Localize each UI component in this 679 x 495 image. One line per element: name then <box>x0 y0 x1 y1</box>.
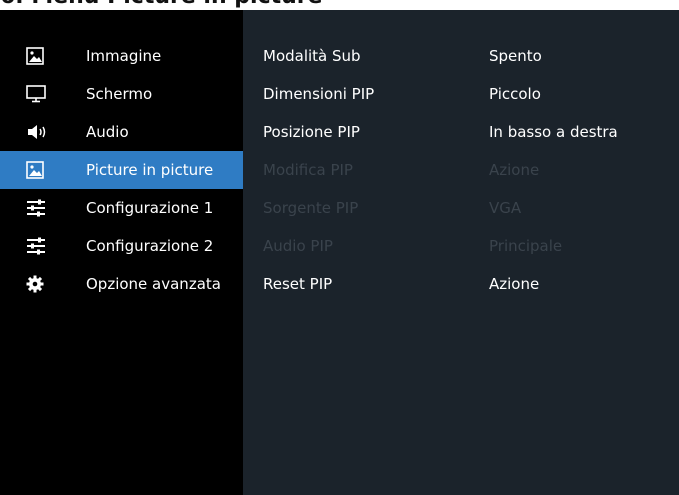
sidebar-item-audio[interactable]: Audio <box>0 113 243 151</box>
setting-audio-pip: Audio PIP Principale <box>243 227 679 265</box>
sidebar-item-label: Audio <box>86 123 129 141</box>
sidebar-item-label: Configurazione 2 <box>86 237 214 255</box>
setting-value: VGA <box>489 199 522 217</box>
page: 6. Menu Picture in picture Immagine <box>0 0 679 495</box>
sidebar-item-label: Configurazione 1 <box>86 199 214 217</box>
sidebar-item-schermo[interactable]: Schermo <box>0 75 243 113</box>
sliders-icon <box>26 199 66 217</box>
setting-reset-pip[interactable]: Reset PIP Azione <box>243 265 679 303</box>
monitor-icon <box>26 85 66 103</box>
setting-label: Reset PIP <box>263 275 333 293</box>
osd-menu: Immagine Schermo Audio Picture in pictur… <box>0 10 679 495</box>
settings-panel: Modalità Sub Spento Dimensioni PIP Picco… <box>243 37 679 303</box>
setting-label: Dimensioni PIP <box>263 85 375 103</box>
sidebar-item-label: Picture in picture <box>86 161 214 179</box>
setting-label: Audio PIP <box>263 237 333 255</box>
sliders-icon <box>26 237 66 255</box>
setting-modalita-sub[interactable]: Modalità Sub Spento <box>243 37 679 75</box>
sidebar-item-picture-in-picture[interactable]: Picture in picture <box>0 151 243 189</box>
sidebar-item-label: Opzione avanzata <box>86 275 221 293</box>
page-heading: 6. Menu Picture in picture <box>0 0 323 8</box>
sidebar-item-configurazione-2[interactable]: Configurazione 2 <box>0 227 243 265</box>
setting-value[interactable]: Piccolo <box>489 85 541 103</box>
setting-value: Principale <box>489 237 563 255</box>
sidebar-item-label: Schermo <box>86 85 153 103</box>
sidebar-item-immagine[interactable]: Immagine <box>0 37 243 75</box>
setting-sorgente-pip: Sorgente PIP VGA <box>243 189 679 227</box>
gear-icon <box>26 275 66 293</box>
setting-value[interactable]: Spento <box>489 47 542 65</box>
setting-label: Sorgente PIP <box>263 199 359 217</box>
picture-icon <box>26 161 66 179</box>
setting-label: Modifica PIP <box>263 161 353 179</box>
setting-posizione-pip[interactable]: Posizione PIP In basso a destra <box>243 113 679 151</box>
setting-dimensioni-pip[interactable]: Dimensioni PIP Piccolo <box>243 75 679 113</box>
sidebar-item-opzione-avanzata[interactable]: Opzione avanzata <box>0 265 243 303</box>
setting-value: Azione <box>489 161 540 179</box>
setting-label: Posizione PIP <box>263 123 360 141</box>
sidebar-item-label: Immagine <box>86 47 162 65</box>
sidebar-list: Immagine Schermo Audio Picture in pictur… <box>0 37 243 303</box>
sidebar-item-configurazione-1[interactable]: Configurazione 1 <box>0 189 243 227</box>
setting-modifica-pip: Modifica PIP Azione <box>243 151 679 189</box>
picture-icon <box>26 47 66 65</box>
setting-value[interactable]: In basso a destra <box>489 123 618 141</box>
setting-label: Modalità Sub <box>263 47 361 65</box>
sidebar: Immagine Schermo Audio Picture in pictur… <box>0 10 243 495</box>
speaker-icon <box>26 123 66 141</box>
setting-value[interactable]: Azione <box>489 275 539 293</box>
